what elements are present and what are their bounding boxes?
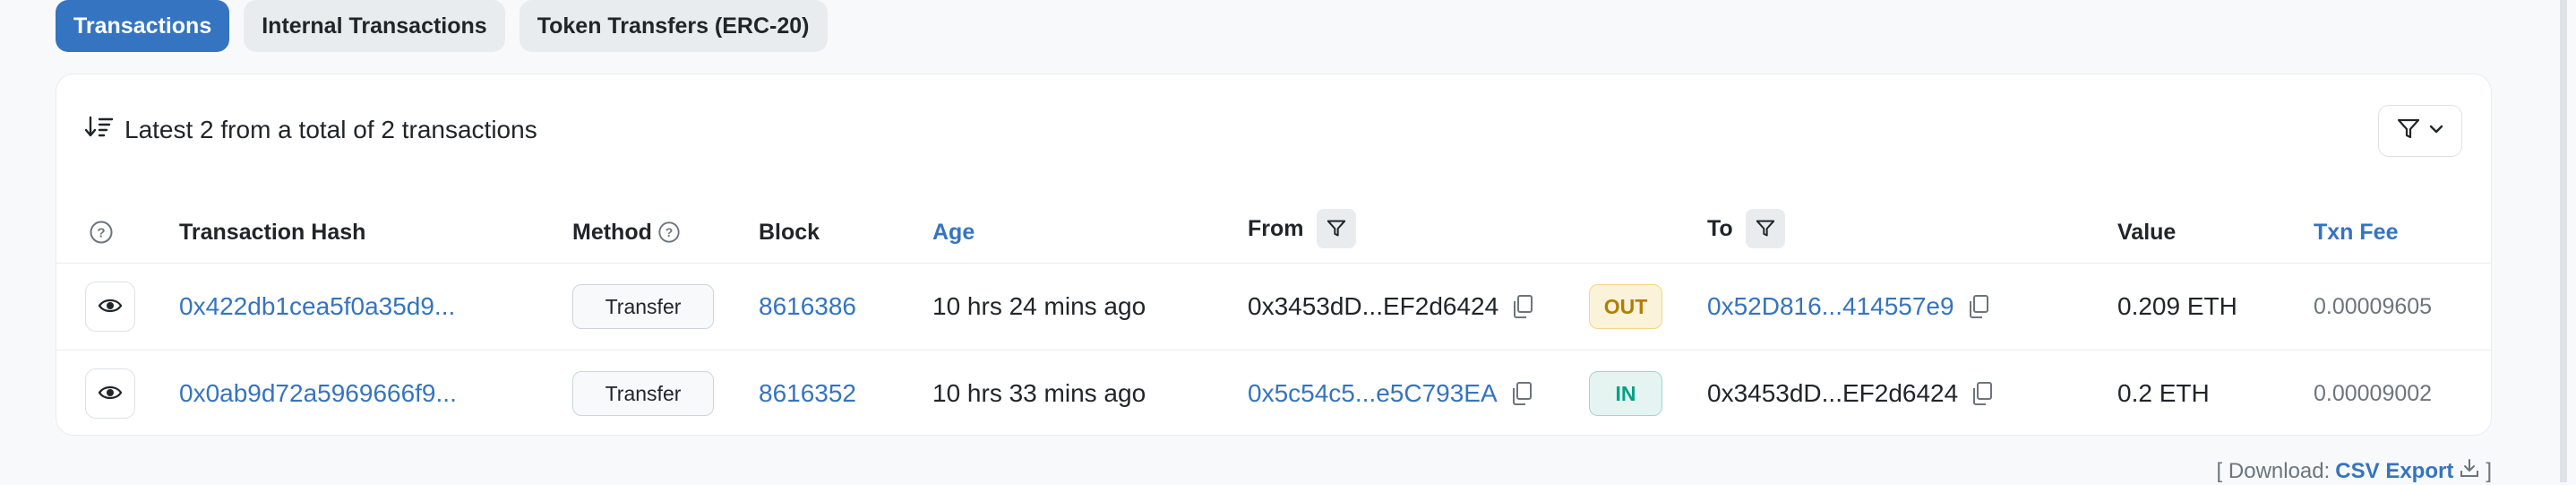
- info-help-icon[interactable]: ?: [89, 207, 114, 257]
- copy-icon[interactable]: [1967, 294, 1990, 319]
- download-bar: [ Download: CSV Export ]: [2217, 457, 2492, 485]
- filter-icon: [2397, 118, 2420, 144]
- from-address-link[interactable]: 0x5c54c5...e5C793EA: [1248, 379, 1498, 408]
- age-text: 10 hrs 33 mins ago: [932, 379, 1146, 407]
- copy-icon[interactable]: [1511, 294, 1534, 319]
- column-header-method: Method ?: [572, 207, 681, 257]
- value-text: 0.2 ETH: [2117, 379, 2210, 407]
- from-header-label: From: [1248, 215, 1304, 241]
- method-header-label: Method: [572, 219, 652, 245]
- from-filter-icon[interactable]: [1316, 209, 1356, 248]
- column-header-hash: Transaction Hash: [179, 219, 366, 245]
- chevron-down-icon: [2429, 123, 2443, 139]
- transactions-card: Latest 2 from a total of 2 transactions …: [56, 74, 2492, 436]
- method-help-icon[interactable]: ?: [657, 221, 681, 244]
- column-header-txn-fee[interactable]: Txn Fee: [2314, 207, 2398, 257]
- txn-fee-text: 0.00009605: [2314, 293, 2433, 319]
- table-row: 0x0ab9d72a5969666f9... Transfer 8616352 …: [56, 351, 2491, 437]
- tab-internal-transactions[interactable]: Internal Transactions: [244, 0, 505, 52]
- to-address: 0x3453dD...EF2d6424: [1707, 379, 1959, 407]
- age-text: 10 hrs 24 mins ago: [932, 292, 1146, 320]
- transactions-summary: Latest 2 from a total of 2 transactions: [84, 110, 537, 150]
- column-header-block: Block: [759, 219, 820, 245]
- column-header-from: From: [1248, 204, 1356, 254]
- direction-badge: IN: [1589, 371, 1662, 416]
- csv-export-link[interactable]: CSV Export: [2335, 459, 2453, 484]
- method-badge: Transfer: [572, 284, 714, 329]
- txn-fee-text: 0.00009002: [2314, 380, 2433, 406]
- block-link[interactable]: 8616386: [759, 264, 856, 350]
- view-details-button[interactable]: [85, 281, 135, 332]
- summary-text: Latest 2 from a total of 2 transactions: [125, 116, 537, 143]
- to-address-link[interactable]: 0x52D816...414557e9: [1707, 292, 1954, 321]
- tab-transactions[interactable]: Transactions: [56, 0, 230, 52]
- table-row: 0x422db1cea5f0a35d9... Transfer 8616386 …: [56, 264, 2491, 350]
- tab-bar: Transactions Internal Transactions Token…: [56, 0, 828, 52]
- column-header-to: To: [1707, 204, 1785, 254]
- from-address: 0x3453dD...EF2d6424: [1248, 292, 1499, 320]
- view-details-button[interactable]: [85, 368, 135, 419]
- value-text: 0.209 ETH: [2117, 292, 2237, 320]
- svg-text:?: ?: [665, 225, 674, 239]
- to-filter-icon[interactable]: [1745, 209, 1785, 248]
- download-icon[interactable]: [2459, 457, 2480, 485]
- svg-text:?: ?: [97, 226, 105, 241]
- eye-icon: [98, 292, 123, 321]
- to-header-label: To: [1707, 215, 1733, 241]
- method-badge: Transfer: [572, 371, 714, 416]
- tab-token-transfers[interactable]: Token Transfers (ERC-20): [519, 0, 828, 52]
- sort-desc-icon: [84, 115, 114, 146]
- page-scrollbar[interactable]: [2560, 0, 2567, 482]
- copy-icon[interactable]: [1510, 381, 1533, 406]
- transaction-hash-link[interactable]: 0x0ab9d72a5969666f9...: [179, 351, 457, 437]
- block-link[interactable]: 8616352: [759, 351, 856, 437]
- column-header-value: Value: [2117, 219, 2177, 245]
- direction-badge: OUT: [1589, 284, 1662, 329]
- column-header-age[interactable]: Age: [932, 207, 975, 257]
- download-suffix: ]: [2486, 458, 2492, 483]
- download-prefix: [ Download:: [2216, 458, 2331, 483]
- transaction-hash-link[interactable]: 0x422db1cea5f0a35d9...: [179, 264, 455, 350]
- copy-icon[interactable]: [1971, 381, 1994, 406]
- table-filter-button[interactable]: [2378, 105, 2462, 157]
- eye-icon: [98, 379, 123, 408]
